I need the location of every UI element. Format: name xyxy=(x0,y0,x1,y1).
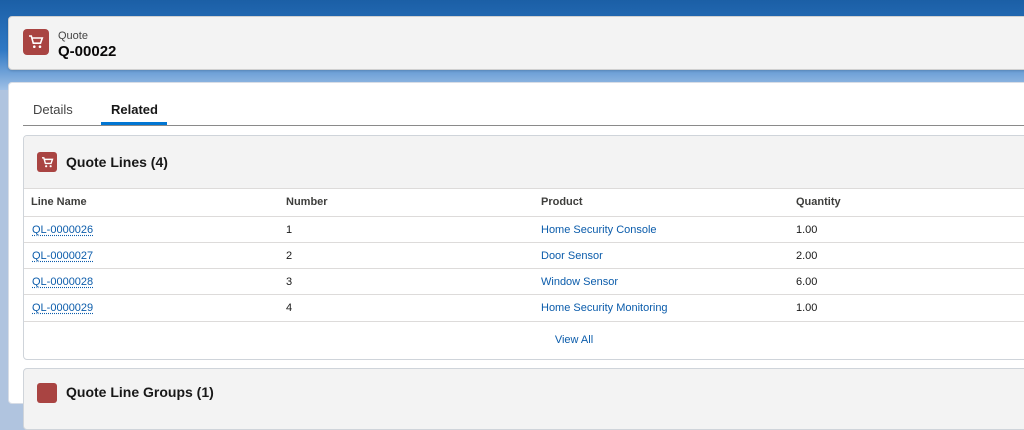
record-type-label: Quote xyxy=(58,30,88,42)
table-row: QL-0000027 2 Door Sensor 2.00 xyxy=(24,242,1024,269)
table-row: QL-0000026 1 Home Security Console 1.00 xyxy=(24,216,1024,243)
related-list-title[interactable]: Quote Lines (4) xyxy=(66,154,168,170)
related-list-title[interactable]: Quote Line Groups (1) xyxy=(66,384,214,400)
quote-lines-related-list: Quote Lines (4) Line Name Number Product… xyxy=(23,135,1024,360)
column-header-number[interactable]: Number xyxy=(286,188,328,216)
line-name-link[interactable]: QL-0000029 xyxy=(32,302,93,314)
main-content: Details Related Quote Lines (4) Line Nam… xyxy=(8,82,1024,430)
active-tab-indicator xyxy=(101,122,167,125)
product-link[interactable]: Home Security Console xyxy=(541,224,657,236)
related-list-header: Quote Lines (4) xyxy=(24,136,1024,189)
view-all-link[interactable]: View All xyxy=(24,334,1024,346)
quantity-value: 1.00 xyxy=(796,224,818,236)
cart-icon xyxy=(37,383,57,403)
line-name-link[interactable]: QL-0000028 xyxy=(32,276,93,288)
product-link[interactable]: Home Security Monitoring xyxy=(541,302,668,314)
quote-line-groups-related-list: Quote Line Groups (1) xyxy=(23,368,1024,430)
line-number: 1 xyxy=(286,224,293,236)
product-link[interactable]: Door Sensor xyxy=(541,250,603,262)
quantity-value: 2.00 xyxy=(796,250,818,262)
line-number: 3 xyxy=(286,276,293,288)
line-number: 2 xyxy=(286,250,293,262)
line-name-link[interactable]: QL-0000027 xyxy=(32,250,93,262)
tab-details[interactable]: Details xyxy=(33,102,73,117)
table-row: QL-0000028 3 Window Sensor 6.00 xyxy=(24,268,1024,295)
cart-icon xyxy=(23,29,49,55)
table-row: QL-0000029 4 Home Security Monitoring 1.… xyxy=(24,294,1024,322)
record-header: Quote Q-00022 xyxy=(8,16,1024,70)
cart-icon xyxy=(37,152,57,172)
record-name: Q-00022 xyxy=(58,43,117,60)
quantity-value: 1.00 xyxy=(796,302,818,314)
column-header-product[interactable]: Product xyxy=(541,188,583,216)
column-header-line-name[interactable]: Line Name xyxy=(31,188,87,216)
quantity-value: 6.00 xyxy=(796,276,818,288)
column-header-quantity[interactable]: Quantity xyxy=(796,188,841,216)
line-name-link[interactable]: QL-0000026 xyxy=(32,224,93,236)
product-link[interactable]: Window Sensor xyxy=(541,276,618,288)
line-number: 4 xyxy=(286,302,293,314)
tab-related[interactable]: Related xyxy=(111,102,158,117)
tab-bar: Details Related xyxy=(23,83,1024,126)
